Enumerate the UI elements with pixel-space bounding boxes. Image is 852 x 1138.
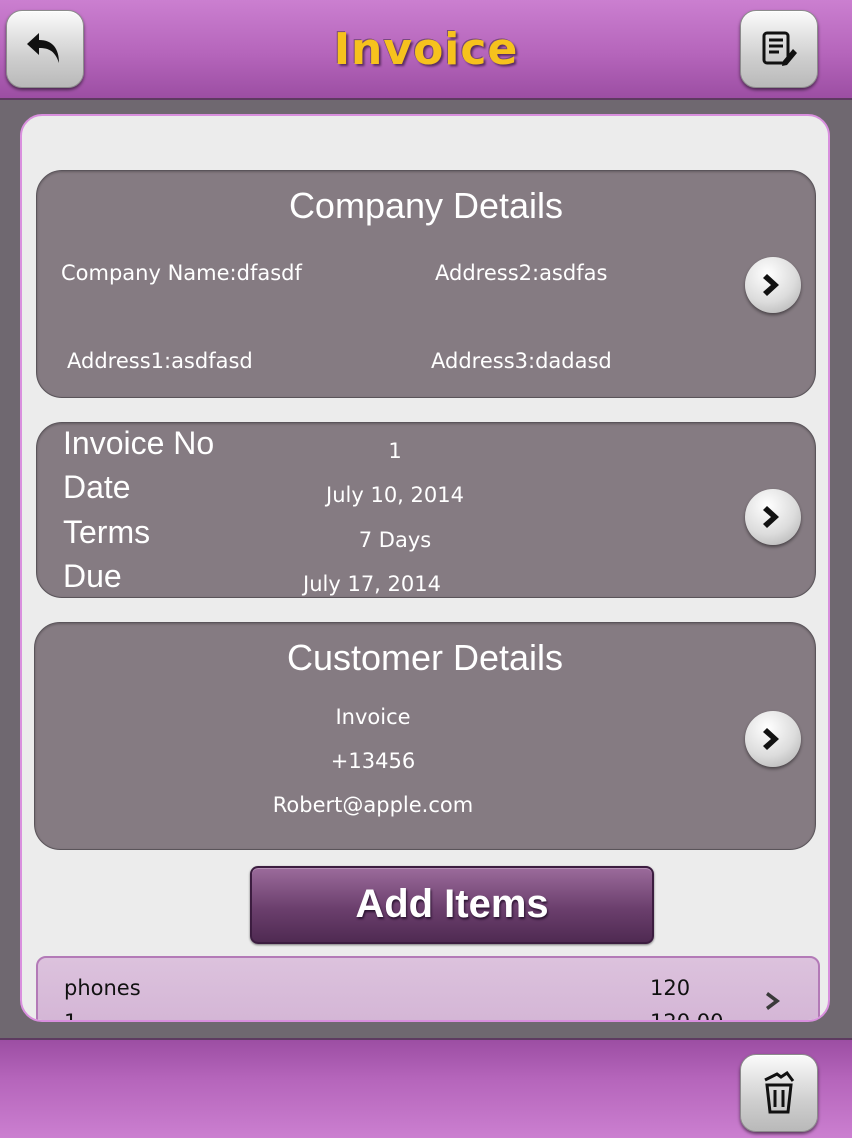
list-item[interactable]: phones 120 1 120.00 [36, 956, 820, 1022]
invoice-card: Company Details Company Name:dfasdf Addr… [20, 114, 830, 1022]
company-details-chevron[interactable] [745, 257, 801, 313]
item-qty: 1 [64, 1010, 78, 1022]
terms-label: Terms [63, 514, 151, 550]
edit-button[interactable] [740, 10, 818, 88]
item-name: phones [64, 976, 141, 1000]
customer-details-chevron[interactable] [745, 711, 801, 767]
invoice-info-panel[interactable]: Invoice No 1 Date July 10, 2014 Terms 7 … [36, 422, 816, 598]
terms-value: 7 Days [358, 528, 432, 552]
date-value: July 10, 2014 [326, 483, 464, 507]
customer-phone: +13456 [330, 749, 416, 773]
chevron-right-icon [763, 728, 779, 750]
customer-details-panel[interactable]: Customer Details Invoice +13456 Robert@a… [34, 622, 816, 850]
chevron-right-icon [763, 274, 779, 296]
chevron-right-icon [763, 506, 779, 528]
invoice-no-value: 1 [388, 439, 402, 463]
delete-button[interactable] [740, 1054, 818, 1132]
customer-name: Invoice [335, 705, 411, 729]
trash-icon [764, 1071, 795, 1114]
customer-details-heading: Customer Details [286, 637, 564, 678]
due-value: July 17, 2014 [303, 572, 441, 596]
company-address1: Address1:asdfasd [67, 349, 253, 373]
chevron-right-icon [766, 992, 780, 1010]
invoice-info-chevron[interactable] [745, 489, 801, 545]
customer-email: Robert@apple.com [272, 793, 474, 817]
company-details-panel[interactable]: Company Details Company Name:dfasdf Addr… [36, 170, 816, 398]
company-name: Company Name:dfasdf [61, 261, 302, 285]
edit-note-icon [762, 31, 797, 66]
bottom-bar [0, 1038, 852, 1138]
invoice-no-label: Invoice No [63, 425, 215, 461]
due-label: Due [63, 558, 122, 594]
company-address2: Address2:asdfas [435, 261, 608, 285]
company-details-heading: Company Details [288, 185, 564, 226]
item-total: 120.00 [650, 1010, 724, 1022]
add-items-button[interactable]: Add Items [250, 866, 654, 944]
top-bar: Invoice [0, 0, 852, 100]
page-title: Invoice [333, 24, 519, 75]
date-label: Date [63, 469, 131, 505]
company-address3: Address3:dadasd [431, 349, 612, 373]
item-price: 120 [650, 976, 691, 1000]
